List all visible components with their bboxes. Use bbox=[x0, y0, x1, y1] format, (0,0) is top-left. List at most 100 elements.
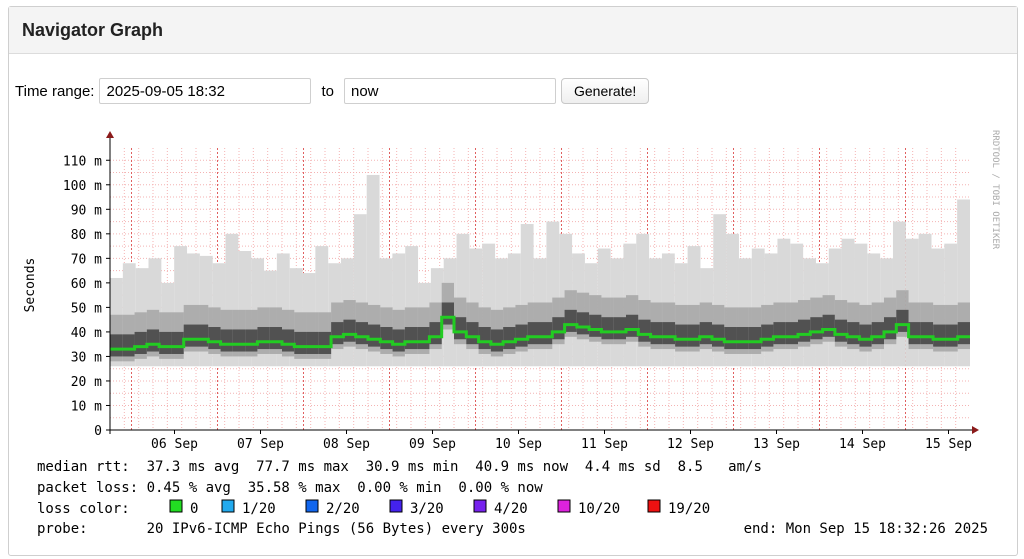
loss-color-swatch bbox=[647, 499, 661, 513]
y-tick-label: 60 m bbox=[71, 277, 102, 292]
rtt-shade-dark bbox=[884, 317, 897, 340]
y-axis-label: Seconds bbox=[23, 258, 38, 313]
stats-median-rtt: median rtt: 37.3 ms avg 77.7 ms max 30.9… bbox=[37, 459, 762, 475]
loss-color-label: loss color: bbox=[37, 501, 130, 517]
rtt-shade-dark bbox=[822, 314, 835, 337]
x-tick-label: 14 Sep bbox=[839, 437, 886, 452]
y-tick-label: 50 m bbox=[71, 301, 102, 316]
y-tick-label: 40 m bbox=[71, 326, 102, 341]
x-tick-label: 09 Sep bbox=[409, 437, 456, 452]
rtt-shade-dark bbox=[146, 329, 160, 352]
x-tick-label: 10 Sep bbox=[495, 437, 542, 452]
rtt-shade-dark bbox=[613, 317, 626, 340]
loss-color-swatch bbox=[473, 499, 487, 513]
rtt-shade-dark bbox=[220, 329, 233, 352]
rtt-shade-dark bbox=[257, 327, 270, 350]
loss-color-label-item: 4/20 bbox=[494, 501, 528, 517]
y-tick-label: 30 m bbox=[71, 350, 102, 365]
rtt-shade-dark bbox=[920, 322, 934, 345]
rtt-shade-dark bbox=[122, 334, 135, 357]
rtt-shade-dark bbox=[343, 319, 356, 342]
rtt-shade-dark bbox=[798, 319, 811, 342]
rtt-shade-dark bbox=[871, 322, 884, 345]
x-axis-arrow bbox=[972, 426, 979, 434]
rtt-shade-dark bbox=[687, 324, 700, 347]
rtt-shade-dark bbox=[417, 327, 430, 350]
rtt-shade-dark bbox=[515, 324, 528, 347]
end-time: end: Mon Sep 15 18:32:26 2025 bbox=[744, 521, 988, 537]
x-tick-label: 08 Sep bbox=[323, 437, 370, 452]
rtt-shade-dark bbox=[159, 331, 172, 354]
rrdtool-watermark: RRDTOOL / TOBI OETIKER bbox=[990, 130, 1000, 250]
loss-color-label-item: 10/20 bbox=[578, 501, 620, 517]
rtt-shade-dark bbox=[269, 327, 282, 350]
rtt-shade-dark bbox=[441, 302, 454, 325]
rtt-shade-dark bbox=[503, 327, 516, 350]
y-tick-label: 20 m bbox=[71, 375, 102, 390]
rtt-shade-dark bbox=[429, 322, 442, 345]
rtt-shade-dark bbox=[626, 314, 639, 337]
y-tick-label: 80 m bbox=[71, 228, 102, 243]
rtt-shade-dark bbox=[957, 322, 970, 345]
rtt-shade-dark bbox=[368, 324, 381, 347]
rtt-shade-dark bbox=[454, 317, 467, 340]
rtt-shade-dark bbox=[232, 329, 246, 352]
rtt-shade-dark bbox=[576, 312, 590, 335]
y-tick-label: 70 m bbox=[71, 252, 102, 267]
rtt-shade-dark bbox=[355, 322, 368, 345]
rtt-shade-dark bbox=[589, 314, 602, 337]
rtt-shade-dark bbox=[183, 324, 196, 347]
probe-line: probe: 20 IPv6-ICMP Echo Pings (56 Bytes… bbox=[37, 521, 526, 537]
stats-packet-loss: packet loss: 0.45 % avg 35.58 % max 0.00… bbox=[37, 480, 543, 496]
rtt-shade-dark bbox=[859, 324, 872, 347]
y-axis-arrow bbox=[106, 131, 114, 138]
rtt-shade-dark bbox=[847, 322, 860, 345]
rtt-shade-dark bbox=[908, 322, 921, 345]
rtt-shade-dark bbox=[748, 327, 762, 350]
loss-color-label-item: 19/20 bbox=[668, 501, 710, 517]
rtt-shade-dark bbox=[896, 309, 909, 332]
rtt-shade-dark bbox=[785, 322, 798, 345]
rtt-shade-dark bbox=[490, 329, 504, 352]
rtt-graph: 0 10 m 20 m 30 m 40 m 50 m 60 m 70 m 80 m 90 m 100… bbox=[23, 130, 1000, 537]
y-tick-label: 110 m bbox=[63, 154, 102, 169]
y-tick-label: 100 m bbox=[63, 179, 102, 194]
rtt-shade-dark bbox=[564, 309, 577, 332]
rtt-shade-dark bbox=[736, 327, 749, 350]
x-tick-label: 15 Sep bbox=[925, 437, 972, 452]
y-tick-label: 10 m bbox=[71, 399, 102, 414]
rtt-shade-dark bbox=[540, 322, 553, 345]
rtt-shade-dark bbox=[404, 327, 418, 350]
loss-color-label-item: 2/20 bbox=[326, 501, 360, 517]
y-tick-label: 90 m bbox=[71, 203, 102, 218]
loss-color-swatch bbox=[169, 499, 183, 513]
rtt-shade-dark bbox=[134, 331, 147, 354]
rtt-shade-dark bbox=[675, 324, 688, 347]
rtt-shade-dark bbox=[810, 317, 823, 340]
rtt-shade-dark bbox=[773, 322, 786, 345]
rtt-shade-dark bbox=[196, 324, 209, 347]
rtt-shade-dark bbox=[306, 331, 319, 354]
loss-color-label-item: 3/20 bbox=[410, 501, 444, 517]
rtt-shade-dark bbox=[945, 324, 958, 347]
rtt-shade-dark bbox=[933, 324, 946, 347]
loss-color-label-item: 1/20 bbox=[242, 501, 276, 517]
loss-color-swatch bbox=[389, 499, 403, 513]
rtt-shade-dark bbox=[478, 327, 491, 350]
x-tick-label: 11 Sep bbox=[581, 437, 628, 452]
rtt-shade-dark bbox=[662, 322, 676, 345]
y-tick-label: 0 bbox=[94, 424, 102, 439]
rtt-shade-dark bbox=[638, 319, 651, 342]
rtt-shade-dark bbox=[552, 317, 565, 340]
rtt-shade-dark bbox=[110, 334, 123, 357]
loss-color-label-item: 0 bbox=[190, 501, 198, 517]
rtt-shade-dark bbox=[282, 329, 295, 352]
rtt-shade-dark bbox=[331, 322, 344, 345]
rtt-shade-dark bbox=[294, 331, 307, 354]
x-tick-label: 07 Sep bbox=[237, 437, 284, 452]
x-tick-label: 06 Sep bbox=[151, 437, 198, 452]
rtt-shade-dark bbox=[650, 322, 663, 345]
loss-color-swatch bbox=[305, 499, 319, 513]
rtt-shade-dark bbox=[761, 324, 774, 347]
rtt-shade-dark bbox=[318, 331, 332, 354]
